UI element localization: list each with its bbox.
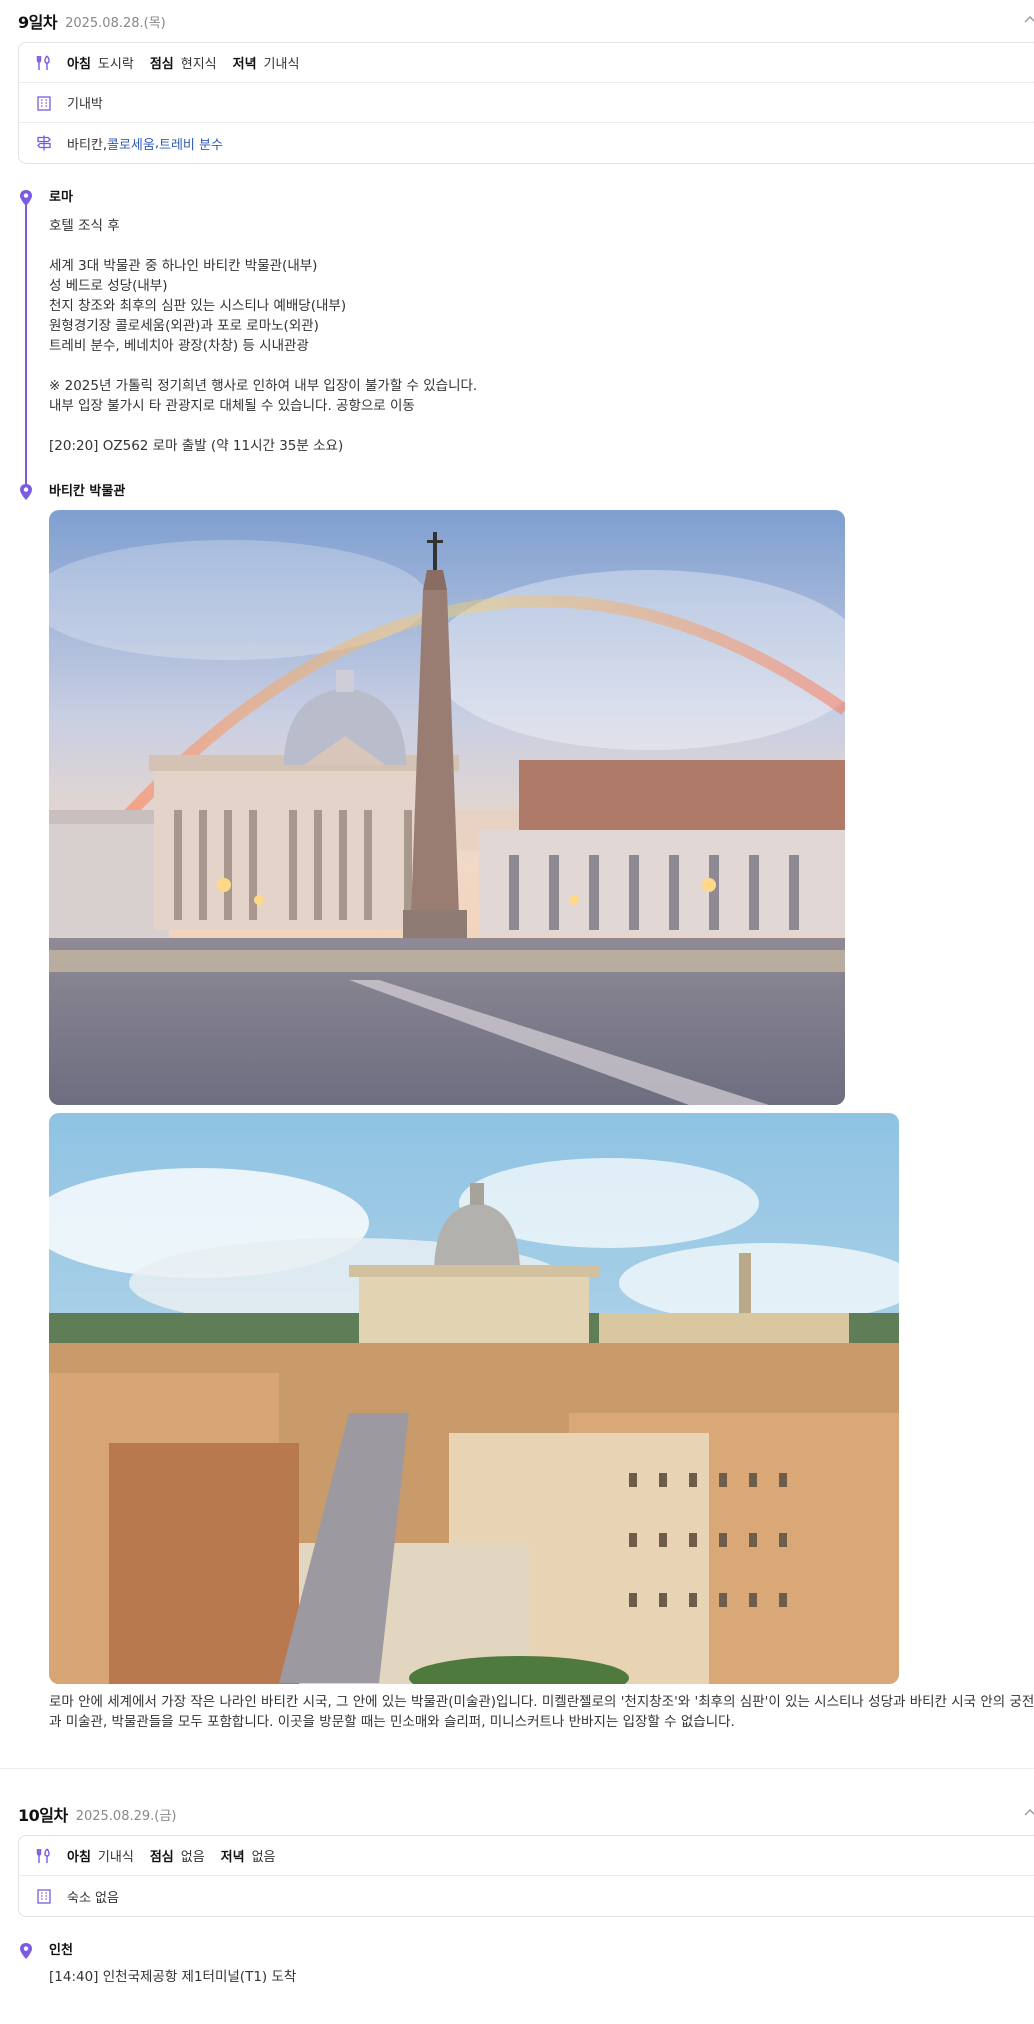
sight-link-trevi[interactable]: 트레비 분수 bbox=[159, 134, 223, 153]
day-header[interactable]: 10일차 2025.08.29.(금) bbox=[18, 1793, 1034, 1835]
dinner-label: 저녁 bbox=[220, 1850, 245, 1865]
day-date: 2025.08.28.(목) bbox=[65, 15, 166, 31]
meals-row: 아침 도시락 점심 현지식 저녁 기내식 bbox=[19, 43, 1034, 83]
breakfast-label: 아침 bbox=[67, 57, 91, 72]
stop-details: 호텔 조식 후 세계 3대 박물관 중 하나인 바티칸 박물관(내부) 성 베드… bbox=[49, 218, 478, 454]
lunch-label: 점심 bbox=[149, 57, 174, 72]
breakfast-value: 기내식 bbox=[97, 1850, 134, 1865]
sights-row: 바티칸, 콜로세움 , 트레비 분수 bbox=[19, 123, 1034, 163]
dinner-label: 저녁 bbox=[232, 57, 257, 72]
location-pin-icon bbox=[20, 1943, 32, 1959]
day-date: 2025.08.29.(금) bbox=[75, 1808, 177, 1824]
st-peters-square-photo[interactable] bbox=[49, 510, 845, 1105]
breakfast-label: 아침 bbox=[67, 1850, 91, 1865]
stop-vatican-museum: 바티칸 박물관 로마 안에 세계에서 가장 작은 나라인 바티칸 시국, 그 안… bbox=[18, 482, 1034, 1732]
st-peters-aerial-photo[interactable] bbox=[49, 1113, 899, 1684]
stop-name: 로마 bbox=[49, 190, 73, 205]
building-icon bbox=[35, 1887, 53, 1905]
building-icon bbox=[35, 94, 53, 112]
chevron-up-icon[interactable] bbox=[1022, 12, 1034, 28]
meals-row: 아침 기내식 점심 없음 저녁 없음 bbox=[19, 1836, 1034, 1876]
dinner-value: 기내식 bbox=[263, 57, 300, 72]
utensils-icon bbox=[35, 1847, 53, 1865]
day-10-section: 10일차 2025.08.29.(금) 아침 기내식 점심 없음 저녁 없음 숙… bbox=[0, 1793, 1034, 1987]
breakfast-value: 도시락 bbox=[97, 57, 134, 72]
stop-details: [14:40] 인천국제공항 제1터미널(T1) 도착 bbox=[49, 1969, 297, 1985]
section-divider bbox=[0, 1768, 1034, 1769]
stop-name: 바티칸 박물관 bbox=[49, 484, 126, 499]
sight-link-colosseum[interactable]: 콜로세움 bbox=[107, 134, 155, 153]
day-9-section: 9일차 2025.08.28.(목) 아침 도시락 점심 현지식 저녁 기내식 … bbox=[0, 0, 1034, 1732]
day-info-box: 아침 기내식 점심 없음 저녁 없음 숙소 없음 bbox=[18, 1835, 1034, 1917]
signpost-icon bbox=[35, 134, 53, 152]
location-pin-icon bbox=[20, 484, 32, 500]
stop-description: 로마 안에 세계에서 가장 작은 나라인 바티칸 시국, 그 안에 있는 박물관… bbox=[49, 1694, 1034, 1730]
lodging-row: 기내박 bbox=[19, 83, 1034, 123]
location-pin-icon bbox=[20, 190, 32, 206]
lunch-label: 점심 bbox=[149, 1850, 174, 1865]
lunch-value: 없음 bbox=[180, 1850, 205, 1865]
itinerary-timeline: 로마 호텔 조식 후 세계 3대 박물관 중 하나인 바티칸 박물관(내부) 성… bbox=[18, 188, 1034, 1732]
sight-vatican: 바티칸, bbox=[67, 137, 108, 153]
day-title: 10일차 bbox=[18, 1806, 68, 1825]
stop-rome: 로마 호텔 조식 후 세계 3대 박물관 중 하나인 바티칸 박물관(내부) 성… bbox=[18, 188, 1034, 456]
stop-incheon: 인천 [14:40] 인천국제공항 제1터미널(T1) 도착 bbox=[18, 1941, 1034, 1987]
lodging-value: 숙소 없음 bbox=[67, 1890, 119, 1906]
chevron-up-icon[interactable] bbox=[1022, 1805, 1034, 1821]
day-info-box: 아침 도시락 점심 현지식 저녁 기내식 기내박 바티칸, 콜로세움 , 트레비… bbox=[18, 42, 1034, 164]
lodging-row: 숙소 없음 bbox=[19, 1876, 1034, 1916]
itinerary-timeline: 인천 [14:40] 인천국제공항 제1터미널(T1) 도착 bbox=[18, 1941, 1034, 1987]
day-header[interactable]: 9일차 2025.08.28.(목) bbox=[18, 0, 1034, 42]
utensils-icon bbox=[35, 54, 53, 72]
lunch-value: 현지식 bbox=[180, 57, 217, 72]
dinner-value: 없음 bbox=[251, 1850, 276, 1865]
day-title: 9일차 bbox=[18, 13, 58, 32]
lodging-value: 기내박 bbox=[67, 97, 103, 112]
stop-name: 인천 bbox=[49, 1943, 73, 1958]
